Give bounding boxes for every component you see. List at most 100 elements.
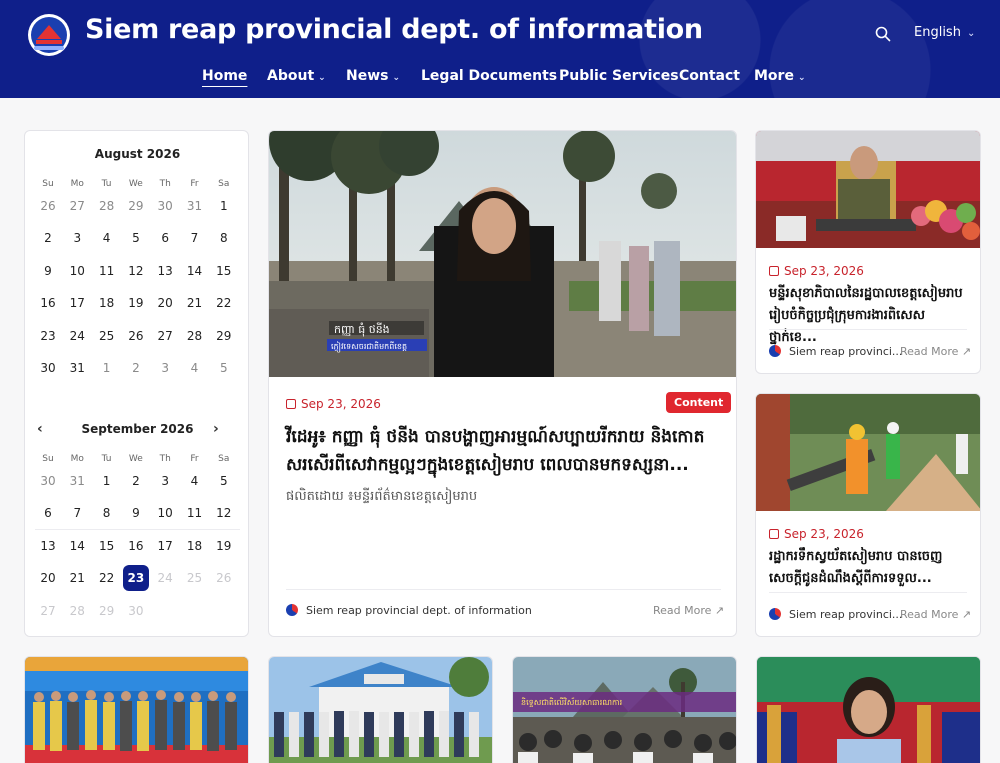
calendar-day[interactable]: 15 (94, 533, 120, 559)
calendar-day[interactable]: 8 (211, 225, 237, 251)
calendar-day[interactable]: 4 (182, 468, 208, 494)
calendar-day[interactable]: 18 (94, 290, 120, 316)
article-card[interactable] (268, 656, 493, 763)
calendar-day[interactable]: 28 (94, 193, 120, 219)
calendar-day[interactable]: 8 (94, 500, 120, 526)
calendar-day[interactable]: 17 (152, 533, 178, 559)
site-title[interactable]: Siem reap provincial dept. of informatio… (85, 14, 703, 45)
calendar-day[interactable]: 29 (123, 193, 149, 219)
calendar-day-selected[interactable]: 23 (122, 565, 149, 592)
calendar-day[interactable]: 26 (123, 323, 149, 349)
calendar-day[interactable]: 21 (182, 290, 208, 316)
calendar-day[interactable]: 1 (94, 468, 120, 494)
article-headline[interactable]: មន្ទីរសុខាភិបាលនៃរដ្ឋបាលខេត្តសៀមរាប រៀបច… (769, 283, 969, 349)
calendar-day[interactable]: 9 (35, 258, 61, 284)
read-more-link[interactable]: Read More ↗ (900, 345, 971, 358)
calendar-day[interactable]: 5 (123, 225, 149, 251)
calendar-day[interactable]: 1 (211, 193, 237, 219)
featured-article-image[interactable]: កញ្ញា ធុំ ថនីង ភ្ញៀវទេសចរជាតិមកពីខេត្ត (269, 131, 737, 377)
read-more-link[interactable]: Read More ↗ (653, 604, 724, 617)
calendar-day[interactable]: 15 (211, 258, 237, 284)
calendar-day[interactable]: 27 (64, 193, 90, 219)
search-icon[interactable] (875, 26, 891, 42)
calendar-day[interactable]: 4 (94, 225, 120, 251)
calendar-day[interactable]: 3 (152, 355, 178, 381)
featured-article-card[interactable]: កញ្ញា ធុំ ថនីង ភ្ញៀវទេសចរជាតិមកពីខេត្ត S… (268, 130, 737, 637)
calendar-day[interactable]: 12 (211, 500, 237, 526)
side-article-image[interactable] (756, 394, 981, 511)
calendar-day[interactable]: 14 (182, 258, 208, 284)
calendar-day[interactable]: 31 (182, 193, 208, 219)
calendar-day[interactable]: 7 (182, 225, 208, 251)
article-card[interactable] (756, 656, 981, 763)
article-card[interactable]: និទ្ទេសជាតិលើវិស័យសាធារណការ (512, 656, 737, 763)
side-article-card[interactable]: Sep 23, 2026 រដ្ឋាករទឹកស្វយ័តសៀមរាប បានច… (755, 393, 981, 637)
nav-about[interactable]: About ⌄ (267, 68, 326, 84)
article-image[interactable] (25, 657, 249, 763)
calendar-day[interactable]: 2 (123, 468, 149, 494)
calendar-day[interactable]: 10 (64, 258, 90, 284)
calendar-day[interactable]: 6 (152, 225, 178, 251)
calendar-day[interactable]: 29 (211, 323, 237, 349)
nav-public-services[interactable]: Public Services (559, 68, 679, 84)
calendar-day[interactable]: 5 (211, 355, 237, 381)
calendar-day[interactable]: 13 (35, 533, 61, 559)
calendar-day[interactable]: 3 (152, 468, 178, 494)
nav-more[interactable]: More ⌄ (754, 68, 806, 84)
calendar-day[interactable]: 30 (152, 193, 178, 219)
article-image[interactable]: និទ្ទេសជាតិលើវិស័យសាធារណការ (513, 657, 737, 763)
nav-legal-documents[interactable]: Legal Documents (421, 68, 557, 84)
calendar-day[interactable]: 20 (152, 290, 178, 316)
calendar-day[interactable]: 4 (182, 355, 208, 381)
side-article-card[interactable]: Sep 23, 2026 មន្ទីរសុខាភិបាលនៃរដ្ឋបាលខេត… (755, 130, 981, 374)
calendar-day[interactable]: 10 (152, 500, 178, 526)
calendar-day[interactable]: 3 (64, 225, 90, 251)
calendar-day[interactable]: 13 (152, 258, 178, 284)
calendar-day[interactable]: 31 (64, 355, 90, 381)
nav-home[interactable]: Home (202, 68, 247, 84)
calendar-next-button[interactable]: › (213, 421, 219, 437)
nav-news[interactable]: News ⌄ (346, 68, 400, 84)
calendar-day[interactable]: 16 (123, 533, 149, 559)
nav-contact[interactable]: Contact (679, 68, 740, 84)
calendar-day[interactable]: 23 (35, 323, 61, 349)
calendar-day[interactable]: 20 (35, 565, 61, 591)
article-image[interactable] (269, 657, 493, 763)
calendar-day[interactable]: 5 (211, 468, 237, 494)
calendar-day[interactable]: 25 (94, 323, 120, 349)
calendar-day[interactable]: 30 (35, 468, 61, 494)
calendar-day[interactable]: 17 (64, 290, 90, 316)
calendar-day[interactable]: 14 (64, 533, 90, 559)
language-selector[interactable]: English ⌄ (914, 25, 975, 40)
calendar-day[interactable]: 2 (35, 225, 61, 251)
calendar-day[interactable]: 6 (35, 500, 61, 526)
side-article-image[interactable] (756, 131, 981, 248)
calendar-day[interactable]: 30 (35, 355, 61, 381)
calendar-day[interactable]: 27 (152, 323, 178, 349)
calendar-day[interactable]: 16 (35, 290, 61, 316)
calendar-day[interactable]: 26 (35, 193, 61, 219)
article-card[interactable] (24, 656, 249, 763)
calendar-day[interactable]: 21 (64, 565, 90, 591)
calendar-day[interactable]: 11 (182, 500, 208, 526)
calendar-day[interactable]: 1 (94, 355, 120, 381)
read-more-link[interactable]: Read More ↗ (900, 608, 971, 621)
calendar-day[interactable]: 19 (123, 290, 149, 316)
calendar-day[interactable]: 22 (94, 565, 120, 591)
calendar-day[interactable]: 9 (123, 500, 149, 526)
calendar-day[interactable]: 24 (64, 323, 90, 349)
calendar-day[interactable]: 7 (64, 500, 90, 526)
calendar-day[interactable]: 19 (211, 533, 237, 559)
article-headline[interactable]: រដ្ឋាករទឹកស្វយ័តសៀមរាប បានចេញសេចក្ដីជូនដ… (769, 546, 969, 590)
category-badge[interactable]: Content (666, 392, 732, 413)
calendar-day[interactable]: 18 (182, 533, 208, 559)
calendar-day[interactable]: 31 (64, 468, 90, 494)
calendar-day[interactable]: 12 (123, 258, 149, 284)
site-logo[interactable] (28, 14, 70, 56)
calendar-day[interactable]: 22 (211, 290, 237, 316)
calendar-day[interactable]: 28 (182, 323, 208, 349)
calendar-day[interactable]: 2 (123, 355, 149, 381)
article-headline[interactable]: វីដេអូ៖ កញ្ញា ធុំ ថនីង បានបង្ហាញអារម្មណ៍… (286, 423, 726, 479)
article-image[interactable] (757, 657, 981, 763)
calendar-day[interactable]: 11 (94, 258, 120, 284)
